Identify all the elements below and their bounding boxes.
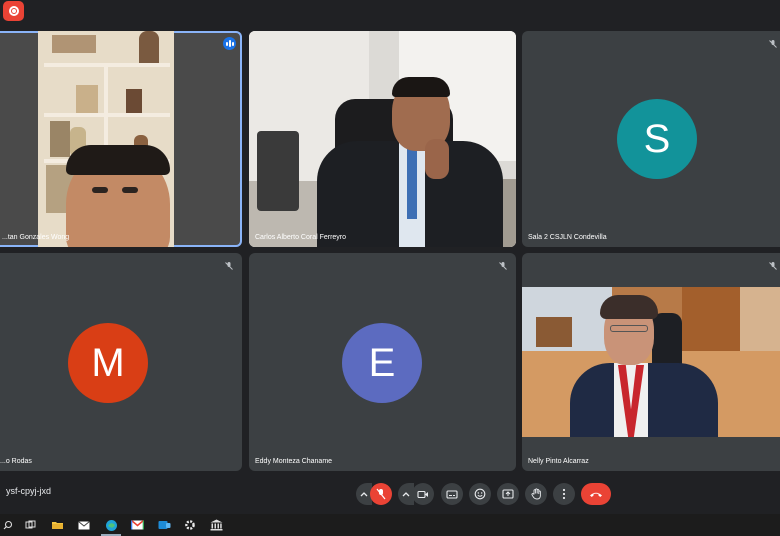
participant-name: Nelly Pinto Alcarraz <box>528 458 589 465</box>
participant-tile-5[interactable]: E Eddy Monteza Chaname <box>249 253 516 471</box>
raise-hand-button[interactable] <box>525 483 547 505</box>
participant-tile-1[interactable]: ...tan Gonzales Wong <box>0 31 242 247</box>
participant-tile-4[interactable]: M ...o Rodas <box>0 253 242 471</box>
emoji-button[interactable] <box>469 483 491 505</box>
mic-off-icon <box>499 262 507 270</box>
raise-hand-icon <box>530 488 541 500</box>
gmail-icon[interactable] <box>130 518 144 532</box>
avatar: S <box>617 99 697 179</box>
mic-toggle-button[interactable] <box>370 483 392 505</box>
present-button[interactable] <box>497 483 519 505</box>
top-bar <box>0 0 780 28</box>
participant-name: ...o Rodas <box>0 458 32 465</box>
edge-icon[interactable] <box>104 518 118 532</box>
settings-icon[interactable] <box>183 518 197 532</box>
avatar: E <box>342 323 422 403</box>
camera-icon <box>417 490 428 498</box>
mic-off-icon <box>225 262 233 270</box>
participant-name: Eddy Monteza Chaname <box>255 458 333 465</box>
file-explorer-icon[interactable] <box>50 518 64 532</box>
emoji-icon <box>474 488 486 500</box>
taskbar <box>0 514 780 536</box>
captions-icon <box>446 489 458 499</box>
task-view-icon[interactable] <box>23 518 37 532</box>
camera-toggle-button[interactable] <box>412 483 434 505</box>
leave-call-button[interactable] <box>581 483 611 505</box>
more-options-button[interactable] <box>553 483 575 505</box>
more-vert-icon <box>562 488 566 500</box>
mic-off-icon <box>769 40 777 48</box>
participant-tile-2[interactable]: Carlos Alberto Coral Ferreyro <box>249 31 516 247</box>
bank-icon[interactable] <box>209 518 223 532</box>
search-icon[interactable] <box>1 518 15 532</box>
teams-icon[interactable] <box>157 518 171 532</box>
captions-button[interactable] <box>441 483 463 505</box>
mic-off-icon <box>376 488 386 500</box>
meeting-code: ysf-cpyj-jxd <box>6 486 52 496</box>
hang-up-icon <box>590 492 602 497</box>
record-icon[interactable] <box>3 1 24 21</box>
speaking-indicator-icon <box>223 37 236 50</box>
participant-name: Sala 2 CSJLN Condevilla <box>528 234 607 241</box>
present-icon <box>502 489 514 499</box>
participant-name: ...tan Gonzales Wong <box>2 234 70 241</box>
participant-tile-3[interactable]: S Sala 2 CSJLN Condevilla <box>522 31 780 247</box>
mail-icon[interactable] <box>77 518 91 532</box>
mic-off-icon <box>769 262 777 270</box>
control-bar: ysf-cpyj-jxd <box>0 474 780 514</box>
avatar: M <box>68 323 148 403</box>
participant-name: Carlos Alberto Coral Ferreyro <box>255 234 347 241</box>
participant-tile-6[interactable]: Nelly Pinto Alcarraz <box>522 253 780 471</box>
